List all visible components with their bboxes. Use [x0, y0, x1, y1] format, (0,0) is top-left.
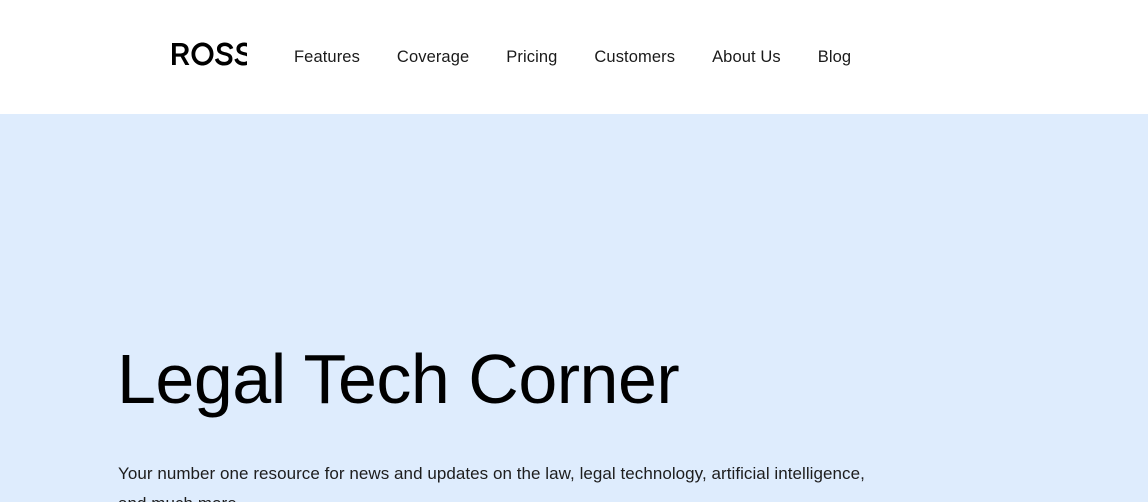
- brand-logo-link[interactable]: [171, 41, 247, 67]
- hero-subtitle: Your number one resource for news and up…: [118, 464, 865, 502]
- nav-item-customers[interactable]: Customers: [594, 44, 675, 70]
- hero-section: Legal Tech Corner Your number one resour…: [0, 114, 1148, 502]
- header-inner: Features Coverage Pricing Customers Abou…: [0, 0, 1148, 114]
- nav-item-blog[interactable]: Blog: [818, 44, 851, 70]
- page-title: Legal Tech Corner: [117, 340, 680, 418]
- nav-item-features[interactable]: Features: [294, 44, 360, 70]
- nav-item-pricing[interactable]: Pricing: [506, 44, 557, 70]
- site-header: Features Coverage Pricing Customers Abou…: [0, 0, 1148, 114]
- nav-item-about-us[interactable]: About Us: [712, 44, 781, 70]
- page-root: Features Coverage Pricing Customers Abou…: [0, 0, 1148, 502]
- ross-wordmark-logo: [171, 42, 247, 66]
- main-navigation: Features Coverage Pricing Customers Abou…: [294, 44, 851, 70]
- nav-item-coverage[interactable]: Coverage: [397, 44, 469, 70]
